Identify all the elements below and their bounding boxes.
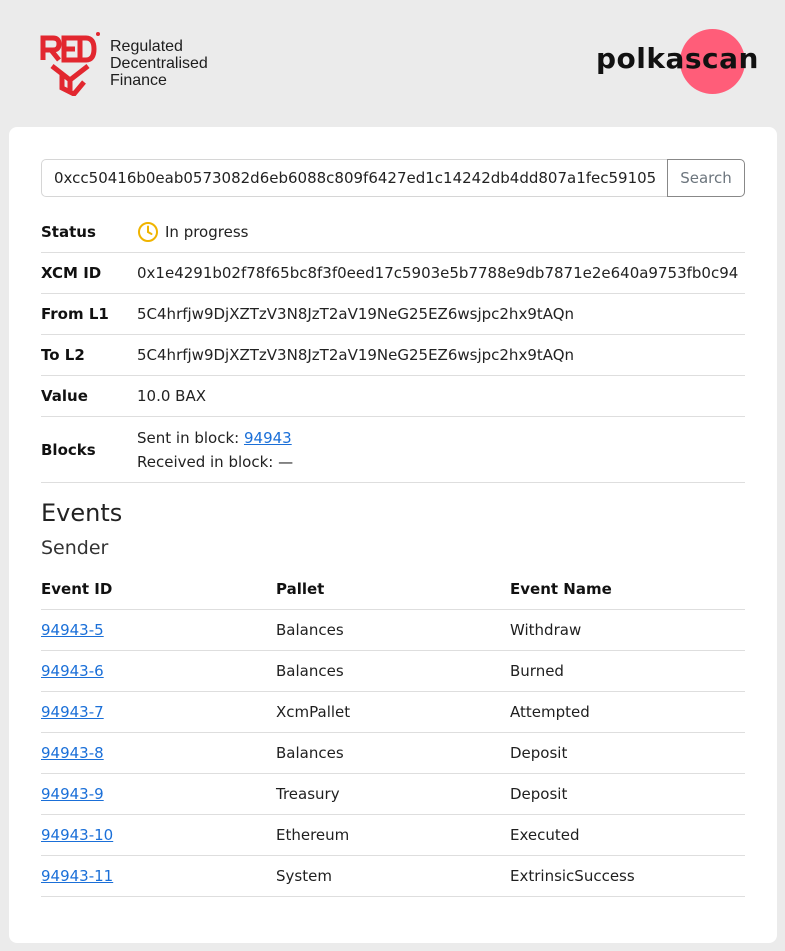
to-l2-label: To L2	[41, 346, 85, 364]
table-row: 94943-9 Treasury Deposit	[41, 774, 745, 815]
polkascan-logo[interactable]: polkascan	[596, 42, 759, 75]
event-name: ExtrinsicSuccess	[510, 867, 635, 885]
blocks-row: Blocks Sent in block: 94943 Received in …	[41, 417, 745, 483]
table-row: 94943-10 Ethereum Executed	[41, 815, 745, 856]
received-block-line: Received in block: —	[137, 452, 294, 471]
brand-text: Regulated Decentralised Finance	[110, 38, 208, 89]
table-row: 94943-7 XcmPallet Attempted	[41, 692, 745, 733]
event-name: Deposit	[510, 744, 568, 762]
event-name: Deposit	[510, 785, 568, 803]
table-row: 94943-8 Balances Deposit	[41, 733, 745, 774]
brand-line-3: Finance	[110, 72, 167, 89]
event-pallet: Balances	[276, 662, 344, 680]
event-id-link[interactable]: 94943-10	[41, 826, 113, 844]
header-event-name: Event Name	[510, 580, 612, 598]
header-pallet: Pallet	[276, 580, 325, 598]
events-subtitle: Sender	[41, 537, 109, 559]
xcm-detail-card: Search Status In progress XCM ID 0x1e429…	[9, 127, 777, 943]
event-id-link[interactable]: 94943-9	[41, 785, 104, 803]
event-pallet: Balances	[276, 744, 344, 762]
search-button[interactable]: Search	[667, 159, 745, 197]
brand-line-2: Decentralised	[110, 55, 208, 72]
page-header: Regulated Decentralised Finance polkasca…	[0, 0, 785, 126]
sent-block-line: Sent in block: 94943	[137, 426, 293, 450]
status-value: In progress	[137, 221, 248, 243]
event-name: Withdraw	[510, 621, 582, 639]
xcm-id-row: XCM ID 0x1e4291b02f78f65bc8f3f0eed17c590…	[41, 253, 745, 294]
event-pallet: Balances	[276, 621, 344, 639]
brand-line-1: Regulated	[110, 38, 183, 55]
xcm-details-table: Status In progress XCM ID 0x1e4291b02f78…	[41, 212, 745, 483]
xcm-id-value: 0x1e4291b02f78f65bc8f3f0eed17c5903e5b778…	[137, 264, 739, 282]
event-pallet: Ethereum	[276, 826, 350, 844]
events-table: Event ID Pallet Event Name 94943-5 Balan…	[41, 569, 745, 897]
from-l1-row: From L1 5C4hrfjw9DjXZTzV3N8JzT2aV19NeG25…	[41, 294, 745, 335]
value-label: Value	[41, 387, 88, 405]
event-name: Attempted	[510, 703, 590, 721]
blocks-value: Sent in block: 94943 Received in block: …	[137, 426, 293, 474]
table-row: 94943-11 System ExtrinsicSuccess	[41, 856, 745, 897]
event-pallet: XcmPallet	[276, 703, 351, 721]
search-input[interactable]	[41, 159, 668, 197]
event-name: Executed	[510, 826, 580, 844]
status-row: Status In progress	[41, 212, 745, 253]
status-label: Status	[41, 223, 96, 241]
event-id-link[interactable]: 94943-11	[41, 867, 113, 885]
from-l1-value: 5C4hrfjw9DjXZTzV3N8JzT2aV19NeG25EZ6wsjpc…	[137, 305, 575, 323]
table-row: 94943-5 Balances Withdraw	[41, 610, 745, 651]
search-bar: Search	[41, 159, 745, 197]
status-text: In progress	[165, 223, 249, 241]
to-l2-row: To L2 5C4hrfjw9DjXZTzV3N8JzT2aV19NeG25EZ…	[41, 335, 745, 376]
events-title: Events	[41, 499, 123, 527]
from-l1-label: From L1	[41, 305, 109, 323]
event-id-link[interactable]: 94943-7	[41, 703, 104, 721]
value-amount: 10.0 BAX	[137, 387, 206, 405]
to-l2-value: 5C4hrfjw9DjXZTzV3N8JzT2aV19NeG25EZ6wsjpc…	[137, 346, 575, 364]
header-event-id: Event ID	[41, 580, 113, 598]
value-row: Value 10.0 BAX	[41, 376, 745, 417]
event-id-link[interactable]: 94943-5	[41, 621, 104, 639]
event-pallet: System	[276, 867, 332, 885]
sent-block-link[interactable]: 94943	[244, 429, 292, 447]
events-table-header: Event ID Pallet Event Name	[41, 569, 745, 610]
event-name: Burned	[510, 662, 564, 680]
event-id-link[interactable]: 94943-6	[41, 662, 104, 680]
event-id-link[interactable]: 94943-8	[41, 744, 104, 762]
event-pallet: Treasury	[276, 785, 340, 803]
rede-logo[interactable]	[40, 30, 102, 96]
sent-block-prefix: Sent in block:	[137, 428, 244, 447]
xcm-id-label: XCM ID	[41, 264, 102, 282]
blocks-label: Blocks	[41, 440, 96, 459]
table-row: 94943-6 Balances Burned	[41, 651, 745, 692]
clock-icon	[138, 222, 158, 242]
